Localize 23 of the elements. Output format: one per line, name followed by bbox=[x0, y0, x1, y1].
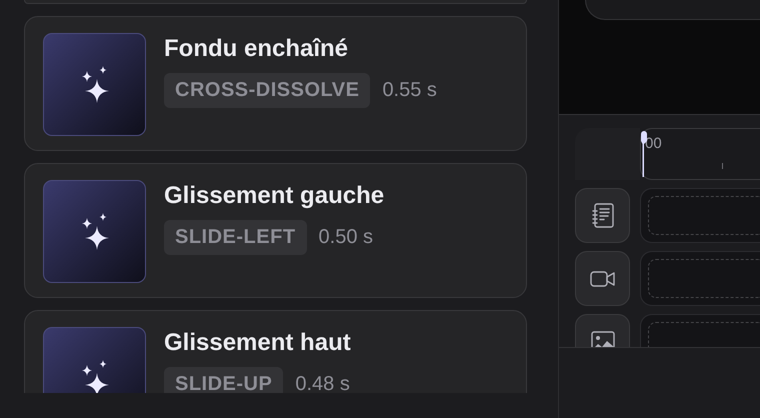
ruler-tick bbox=[722, 163, 723, 169]
ruler-label: 00 bbox=[645, 135, 662, 152]
notes-icon bbox=[592, 203, 614, 228]
playhead[interactable] bbox=[641, 131, 647, 177]
track-lane[interactable] bbox=[640, 251, 760, 306]
transition-code: SLIDE-LEFT bbox=[164, 220, 307, 255]
transition-name: Glissement gauche bbox=[164, 182, 384, 210]
transition-name: Glissement haut bbox=[164, 329, 351, 357]
transition-card[interactable]: Glissement haut SLIDE-UP 0.48 s bbox=[24, 310, 527, 393]
time-ruler[interactable]: 00 bbox=[640, 128, 760, 180]
transition-duration: 0.50 s bbox=[318, 226, 374, 249]
transition-duration: 0.55 s bbox=[382, 79, 437, 102]
transition-code: CROSS-DISSOLVE bbox=[164, 73, 370, 108]
transition-card[interactable]: Fondu enchaîné CROSS-DISSOLVE 0.55 s bbox=[24, 16, 527, 151]
track-type-button[interactable] bbox=[575, 251, 630, 306]
track-type-button[interactable] bbox=[575, 188, 630, 243]
track-lane[interactable] bbox=[640, 188, 760, 243]
transition-name: Fondu enchaîné bbox=[164, 35, 350, 63]
transition-code: SLIDE-UP bbox=[164, 367, 284, 393]
image-icon bbox=[590, 330, 614, 347]
video-camera-icon bbox=[590, 270, 616, 288]
transition-card[interactable]: Glissement gauche SLIDE-LEFT 0.50 s bbox=[24, 163, 527, 298]
transition-duration: 0.48 s bbox=[295, 373, 350, 393]
